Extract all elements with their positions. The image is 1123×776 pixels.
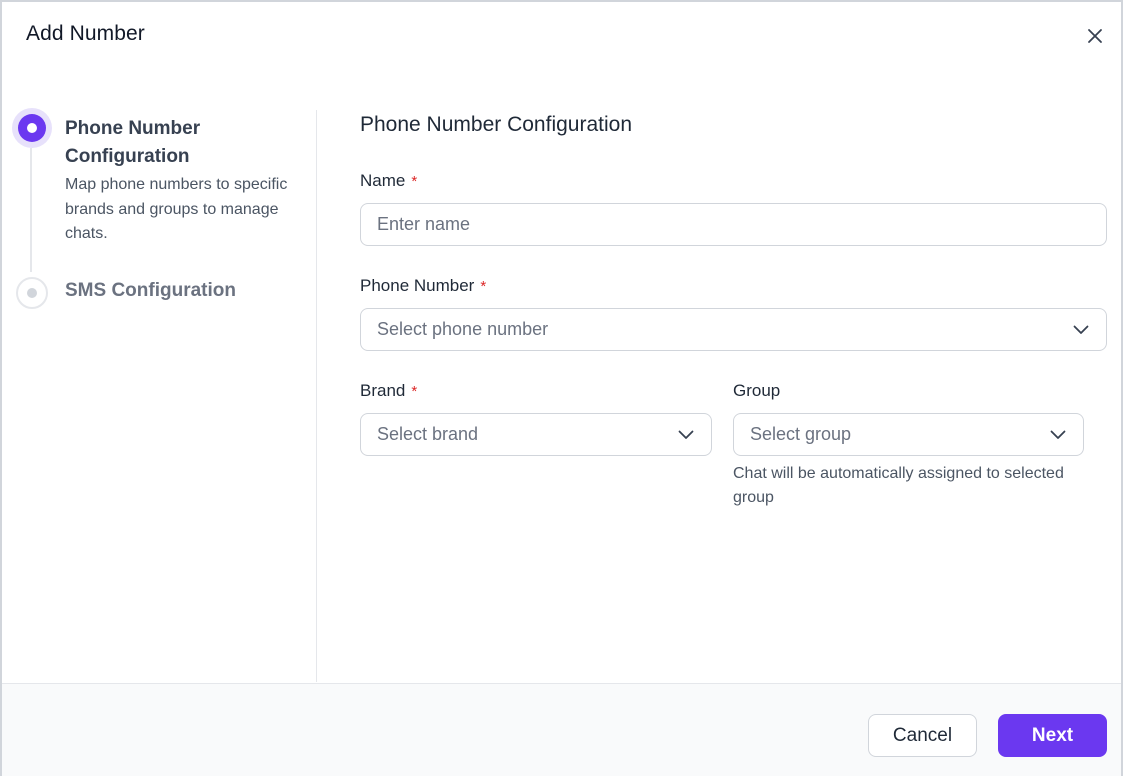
add-number-modal: Add Number Phone Number Configuration Ma… <box>0 0 1123 776</box>
brand-select[interactable]: Select brand <box>360 413 712 456</box>
name-input[interactable] <box>360 203 1107 246</box>
vertical-divider <box>316 110 317 682</box>
required-marker: * <box>480 278 487 295</box>
chevron-down-icon <box>1049 426 1067 444</box>
step-indicator-inactive <box>16 277 48 309</box>
step-title-phone-config[interactable]: Phone Number Configuration <box>65 115 295 171</box>
step-connector <box>30 148 32 272</box>
close-icon <box>1088 29 1102 43</box>
brand-placeholder: Select brand <box>377 424 479 444</box>
step-indicator-active <box>12 108 52 148</box>
group-select[interactable]: Select group <box>733 413 1084 456</box>
modal-header: Add Number <box>2 2 1121 70</box>
close-button[interactable] <box>1083 24 1107 48</box>
chevron-down-icon <box>1072 321 1090 339</box>
phone-number-placeholder: Select phone number <box>377 319 549 339</box>
modal-title: Add Number <box>26 22 145 45</box>
name-label: Name * <box>360 171 418 190</box>
group-help-text: Chat will be automatically assigned to s… <box>733 465 1064 506</box>
step-title-sms-config[interactable]: SMS Configuration <box>65 279 236 303</box>
cancel-button[interactable]: Cancel <box>868 714 977 757</box>
required-marker: * <box>411 173 418 190</box>
group-label: Group <box>733 381 781 400</box>
brand-label: Brand * <box>360 381 418 400</box>
step-description-phone-config: Map phone numbers to specific brands and… <box>65 176 288 242</box>
chevron-down-icon <box>677 426 695 444</box>
group-placeholder: Select group <box>750 424 852 444</box>
phone-number-label: Phone Number * <box>360 276 487 295</box>
modal-footer: Cancel Next <box>2 683 1121 776</box>
form-section-title: Phone Number Configuration <box>360 113 632 136</box>
phone-number-select[interactable]: Select phone number <box>360 308 1107 351</box>
next-button[interactable]: Next <box>998 714 1107 757</box>
required-marker: * <box>411 383 418 400</box>
